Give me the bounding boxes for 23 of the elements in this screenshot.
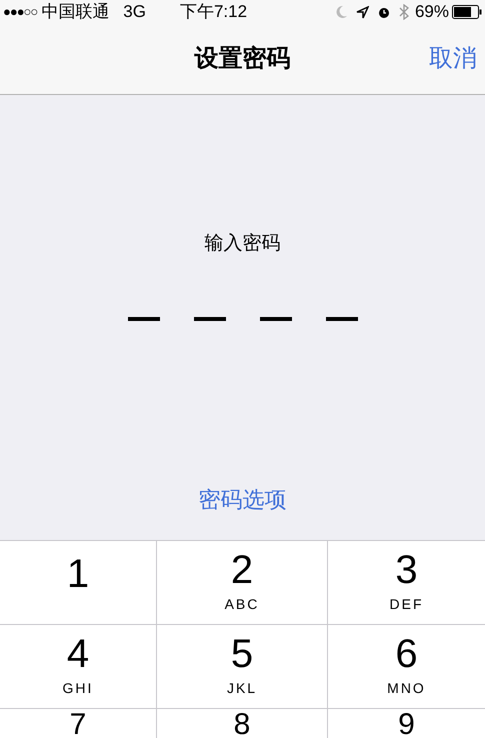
keypad-key[interactable]: 9	[328, 709, 485, 738]
clock-time: 下午7:12	[180, 1, 248, 24]
battery-icon	[452, 5, 482, 19]
keypad-key[interactable]: 2 ABC	[157, 541, 328, 625]
keypad-key[interactable]: 1	[0, 541, 157, 625]
keypad-key[interactable]: 4 GHI	[0, 625, 157, 709]
moon-icon	[334, 5, 348, 19]
cancel-button[interactable]: 取消	[429, 41, 477, 77]
screen-title: 设置密码	[194, 44, 290, 74]
signal-strength: ●●●○○	[3, 3, 38, 22]
carrier-name: 中国联通	[41, 1, 110, 24]
alarm-clock-icon	[376, 5, 391, 19]
passcode-prompt: 输入密码	[204, 232, 280, 256]
keypad-key[interactable]: 6 MNO	[328, 625, 485, 709]
passcode-options-link[interactable]: 密码选项	[198, 483, 286, 516]
keypad-key[interactable]: 8	[157, 709, 328, 738]
bluetooth-icon	[398, 4, 409, 20]
keypad-key[interactable]: 5 JKL	[157, 625, 328, 709]
battery-percentage: 69%	[414, 1, 449, 24]
network-type: 3G	[123, 1, 146, 24]
keypad-key[interactable]: 7	[0, 709, 157, 738]
location-arrow-icon	[356, 6, 369, 18]
keypad-key[interactable]: 3 DEF	[328, 541, 485, 625]
